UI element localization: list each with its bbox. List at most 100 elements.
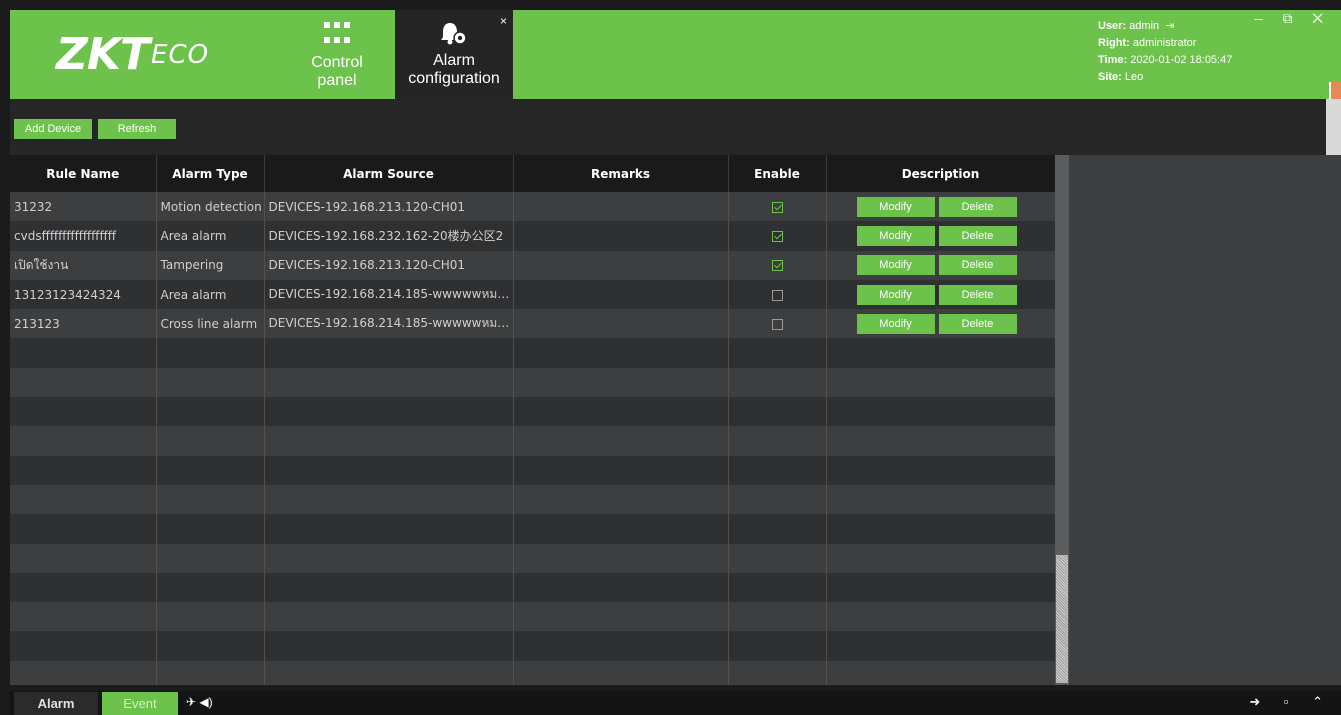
enable-checkbox[interactable]	[771, 289, 783, 301]
clear-sound-icons[interactable]: ✈ ◀)	[186, 695, 213, 709]
empty-cell	[10, 367, 157, 398]
add-device-button[interactable]: Add Device	[14, 119, 92, 139]
cell-alarm-type: Area alarm	[156, 221, 265, 251]
table-row[interactable]	[10, 572, 1055, 603]
delete-button[interactable]: Delete	[938, 255, 1017, 276]
cell-rule-name: 31232	[10, 192, 157, 222]
empty-cell	[264, 514, 514, 544]
cell-remarks	[513, 192, 729, 222]
empty-cell	[156, 367, 265, 398]
table-row[interactable]	[10, 397, 1055, 427]
empty-cell	[728, 572, 827, 603]
cell-rule-name: 13123123424324	[10, 279, 157, 310]
table-row[interactable]	[10, 367, 1055, 398]
delete-button[interactable]: Delete	[938, 196, 1017, 217]
cell-alarm-type: Motion detection	[156, 192, 265, 222]
empty-cell	[826, 367, 1055, 398]
right-strip	[1326, 99, 1341, 155]
cell-enable	[728, 192, 827, 222]
empty-cell	[264, 484, 514, 515]
empty-cell	[156, 572, 265, 603]
column-header-alarm-source[interactable]: Alarm Source	[264, 155, 514, 192]
table-row[interactable]: เปิดใช้งาน Tampering DEVICES-192.168.213.1…	[10, 250, 1055, 280]
table-row[interactable]: 213123 Cross line alarm DEVICES-192.168.21…	[10, 309, 1055, 339]
tab-event[interactable]: Event	[102, 692, 178, 715]
refresh-button[interactable]: Refresh	[98, 119, 176, 139]
cell-enable	[728, 279, 827, 310]
enable-checkbox[interactable]	[771, 318, 783, 330]
cell-alarm-source: DEVICES-192.168.232.162-20楼办公区2	[264, 221, 514, 251]
empty-cell	[156, 426, 265, 456]
column-header-alarm-type[interactable]: Alarm Type	[156, 155, 265, 192]
empty-cell	[826, 572, 1055, 603]
empty-cell	[826, 484, 1055, 515]
empty-cell	[513, 367, 729, 398]
table-row[interactable]	[10, 426, 1055, 456]
table-row[interactable]: cvdsffffffffffffffffff Area alarm DEVICES-…	[10, 221, 1055, 251]
user-info: User: admin ⇥ Right: administrator Time:…	[1098, 18, 1232, 86]
empty-cell	[156, 660, 265, 685]
table-row[interactable]	[10, 631, 1055, 661]
empty-cell	[826, 514, 1055, 544]
modify-button[interactable]: Modify	[856, 196, 935, 217]
empty-cell	[264, 602, 514, 632]
enable-checkbox[interactable]	[771, 230, 783, 242]
column-header-enable[interactable]: Enable	[728, 155, 827, 192]
tab-alarm-configuration[interactable]: × Alarm configuration	[395, 10, 513, 99]
table-row[interactable]: 31232 Motion detection DEVICES-192.168.213…	[10, 192, 1055, 222]
table-scrollbar[interactable]	[1055, 155, 1069, 685]
close-icon[interactable]: ×	[500, 12, 507, 30]
table-row[interactable]	[10, 338, 1055, 368]
empty-cell	[728, 660, 827, 685]
column-header-rule-name[interactable]: Rule Name	[10, 155, 157, 192]
empty-cell	[264, 543, 514, 573]
table-row[interactable]	[10, 660, 1055, 685]
window-controls[interactable]: – ⧉ ✕	[1255, 10, 1331, 27]
empty-cell	[513, 631, 729, 661]
empty-cell	[826, 543, 1055, 573]
table-row[interactable]	[10, 455, 1055, 485]
right-label: Right:	[1098, 37, 1130, 49]
empty-cell	[156, 602, 265, 632]
time-value: 2020-01-02 18:05:47	[1130, 54, 1233, 66]
enable-checkbox[interactable]	[771, 260, 783, 272]
cell-alarm-source: DEVICES-192.168.213.120-CH01	[264, 250, 514, 280]
cell-description: Modify Delete	[826, 279, 1055, 310]
empty-cell	[264, 397, 514, 427]
cell-remarks	[513, 250, 729, 280]
empty-cell	[826, 660, 1055, 685]
modify-button[interactable]: Modify	[856, 284, 935, 305]
table-row[interactable]	[10, 484, 1055, 515]
tab-control-panel[interactable]: Control panel	[282, 10, 392, 99]
empty-cell	[826, 631, 1055, 661]
table-row[interactable]	[10, 514, 1055, 544]
column-header-description[interactable]: Description	[826, 155, 1055, 192]
bottom-right-icons[interactable]: ➜ ▫ ⌃	[1249, 694, 1333, 710]
empty-cell	[264, 631, 514, 661]
delete-button[interactable]: Delete	[938, 313, 1017, 334]
empty-cell	[728, 514, 827, 544]
empty-cell	[264, 338, 514, 368]
empty-cell	[513, 514, 729, 544]
enable-checkbox[interactable]	[771, 201, 783, 213]
logout-icon[interactable]: ⇥	[1165, 20, 1174, 32]
table-row[interactable]: 13123123424324 Area alarm DEVICES-192.168.…	[10, 279, 1055, 310]
cell-description: Modify Delete	[826, 250, 1055, 280]
column-header-remarks[interactable]: Remarks	[513, 155, 729, 192]
modify-button[interactable]: Modify	[856, 225, 935, 246]
tab-alarm[interactable]: Alarm	[14, 692, 98, 715]
logo-main: ZKT	[56, 29, 150, 80]
delete-button[interactable]: Delete	[938, 284, 1017, 305]
table-row[interactable]	[10, 602, 1055, 632]
tab-control-label-2: panel	[317, 72, 357, 89]
table-row[interactable]	[10, 543, 1055, 573]
app-window: ZKT ECO Control panel × Alarm configurati…	[0, 0, 1341, 715]
scrollbar-thumb[interactable]	[1056, 555, 1068, 683]
empty-cell	[156, 397, 265, 427]
delete-button[interactable]: Delete	[938, 225, 1017, 246]
site-label: Site:	[1098, 71, 1122, 83]
alarm-rules-table: Rule Name Alarm Type Alarm Source Remark…	[10, 155, 1055, 685]
empty-cell	[10, 602, 157, 632]
modify-button[interactable]: Modify	[856, 255, 935, 276]
modify-button[interactable]: Modify	[856, 313, 935, 334]
